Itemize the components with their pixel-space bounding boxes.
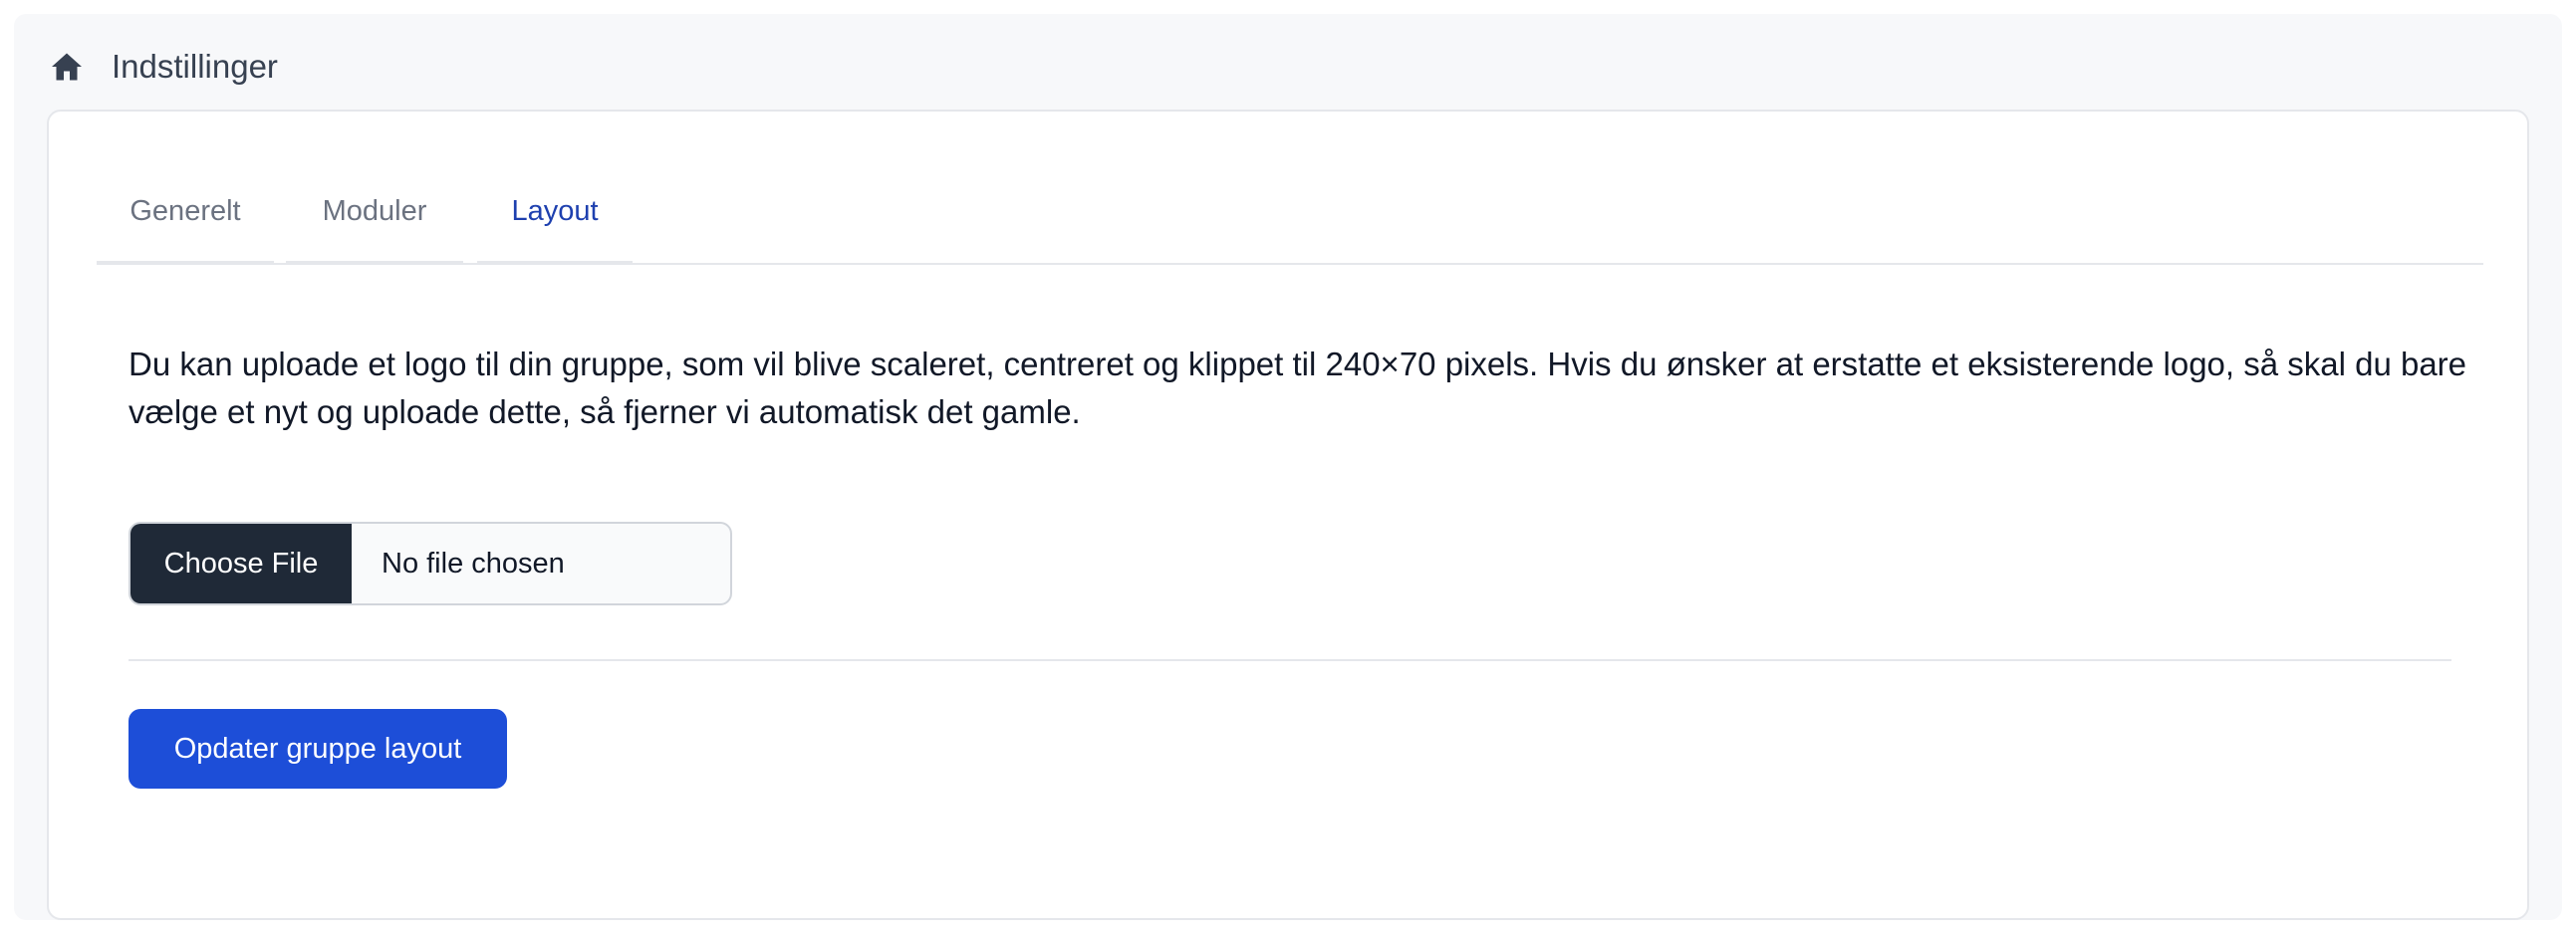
page-title: Indstillinger	[112, 48, 278, 85]
settings-panel: Indstillinger Generelt Moduler Layout Du…	[14, 14, 2562, 920]
home-icon[interactable]	[48, 48, 86, 86]
update-layout-button[interactable]: Opdater gruppe layout	[129, 709, 507, 789]
tab-moduler[interactable]: Moduler	[286, 161, 463, 265]
logo-upload-description: Du kan uploade et logo til din gruppe, s…	[129, 346, 2467, 430]
file-status-text: No file chosen	[382, 547, 565, 580]
divider	[129, 659, 2451, 661]
page-header: Indstillinger	[48, 34, 278, 100]
logo-file-input[interactable]: Choose File No file chosen	[129, 522, 732, 605]
tab-generelt[interactable]: Generelt	[97, 161, 274, 265]
settings-card: Generelt Moduler Layout Du kan uploade e…	[47, 110, 2529, 920]
tab-bar: Generelt Moduler Layout	[97, 161, 2483, 265]
tab-layout[interactable]: Layout	[477, 161, 633, 265]
choose-file-button[interactable]: Choose File	[130, 524, 352, 603]
